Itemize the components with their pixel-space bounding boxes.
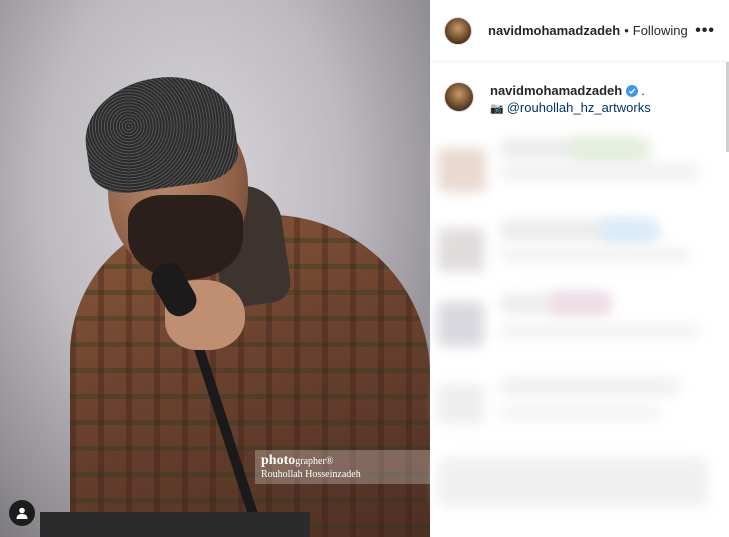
watermark-title: photographer®: [261, 453, 334, 468]
post-header: navidmohamadzadeh • Following •••: [430, 0, 729, 62]
more-options-icon[interactable]: •••: [695, 22, 715, 40]
user-tags-button[interactable]: [9, 500, 35, 526]
post-caption: navidmohamadzadeh . 📷 @rouhollah_hz_artwo…: [430, 62, 729, 118]
verified-badge-icon: [626, 84, 639, 97]
post-photo[interactable]: photographer® Rouhollah Hosseinzadeh: [0, 0, 430, 537]
photo-subject-beard: [128, 195, 243, 280]
photographer-watermark: photographer® Rouhollah Hosseinzadeh: [255, 450, 430, 484]
caption-username[interactable]: navidmohamadzadeh: [490, 82, 622, 99]
photo-subject-cap: [78, 68, 242, 198]
caption-avatar[interactable]: [444, 82, 474, 112]
caption-text: navidmohamadzadeh . 📷 @rouhollah_hz_artwo…: [490, 82, 651, 118]
user-tag-icon: [16, 507, 28, 519]
comment-item: [430, 286, 729, 364]
following-button[interactable]: Following: [633, 23, 688, 38]
watermark-name: Rouhollah Hosseinzadeh: [261, 469, 361, 480]
caption-trailing: .: [641, 83, 645, 98]
camera-emoji-icon: 📷: [490, 103, 504, 115]
author-avatar[interactable]: [444, 16, 472, 45]
comment-item: [430, 364, 729, 442]
header-separator: •: [624, 23, 629, 38]
comment-item: [430, 442, 729, 520]
author-username[interactable]: navidmohamadzadeh: [488, 23, 620, 38]
caption-tag-link[interactable]: @rouhollah_hz_artworks: [507, 100, 651, 115]
comments-list: [430, 130, 729, 520]
photo-desk: [40, 512, 310, 537]
comment-item: [430, 208, 729, 286]
comment-item: [430, 130, 729, 208]
post-side-panel: navidmohamadzadeh • Following ••• navidm…: [430, 0, 729, 537]
